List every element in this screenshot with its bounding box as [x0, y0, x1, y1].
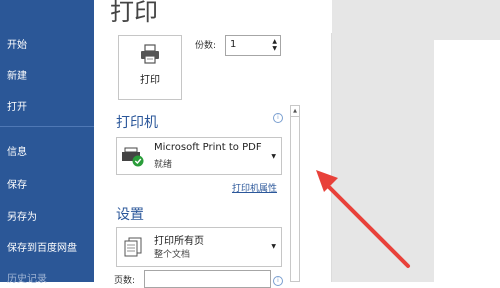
sidebar-item-save-as[interactable]: 另存为 [7, 208, 37, 223]
sidebar-item-history[interactable]: 历史记录 [7, 270, 47, 285]
sidebar-item-home[interactable]: 开始 [7, 36, 27, 51]
annotation-arrow [316, 170, 410, 268]
sidebar-divider [0, 126, 94, 127]
print-pane: 打印 打印 份数: 1 ▲ ▼ 打印机 i Microsoft Print to… [94, 0, 500, 288]
sidebar-item-save-to-baidu[interactable]: 保存到百度网盘 [7, 239, 77, 254]
sidebar-item-new[interactable]: 新建 [7, 67, 27, 82]
backstage-sidebar: 开始 新建 打开 信息 保存 另存为 保存到百度网盘 历史记录 [0, 0, 94, 285]
sidebar-item-save[interactable]: 保存 [7, 176, 27, 191]
sidebar-item-open[interactable]: 打开 [7, 98, 27, 113]
sidebar-item-info[interactable]: 信息 [7, 143, 27, 158]
